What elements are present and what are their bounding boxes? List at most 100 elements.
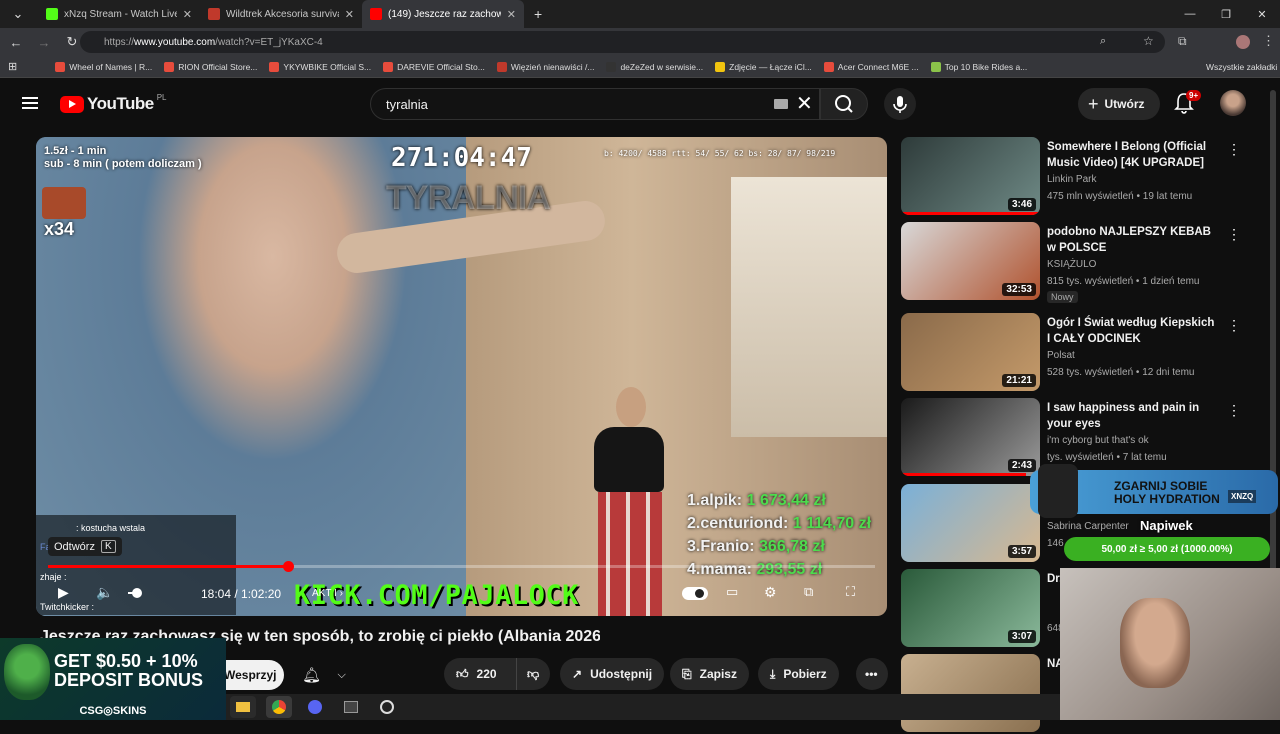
bookmark-item[interactable]: DAREVIE Official Sto... (383, 61, 485, 72)
like-button[interactable]: 👍︎ 220 (444, 658, 524, 690)
extensions-icon[interactable]: ⧉ (1178, 34, 1187, 49)
miniplayer-icon[interactable]: ⧉ (804, 584, 813, 600)
reco-channel[interactable]: i'm cyborg but that's ok (1047, 435, 1149, 446)
all-bookmarks[interactable]: Wszystkie zakładki (1206, 62, 1277, 72)
autoplay-toggle[interactable] (682, 587, 708, 600)
video-player[interactable]: 1.5zł - 1 min sub - 8 min ( potem dolicz… (36, 137, 887, 616)
reco-channel[interactable]: Polsat (1047, 350, 1075, 361)
share-button[interactable]: ↗ Udostępnij (560, 658, 665, 690)
settings-icon[interactable]: ⚙ (764, 584, 777, 601)
bookmark-item[interactable]: Więzień nienawiści /... (496, 61, 594, 72)
leaderboard-name: mama: (700, 561, 752, 578)
forward-icon[interactable]: → (32, 35, 56, 50)
reco-channel[interactable]: Sabrina Carpenter (1047, 521, 1129, 532)
obs-taskbar-icon[interactable] (374, 696, 400, 718)
bookmark-item[interactable]: Zdjęcie — Łącze iCl... (715, 61, 812, 72)
search-input[interactable]: tyralnia ✕ (370, 88, 820, 120)
recommendation-item[interactable]: 32:53 podobno NAJLEPSZY KEBAB w POLSCE KSI… (901, 222, 1241, 303)
youtube-play-icon (60, 95, 84, 113)
dislike-button[interactable]: 👎︎ (516, 658, 550, 690)
video-thumbnail[interactable]: 3:46 (901, 137, 1040, 215)
tab-favicon-icon (208, 8, 220, 20)
reco-channel[interactable]: KSIĄŻULO (1047, 259, 1096, 270)
video-thumbnail[interactable]: 2:43 (901, 398, 1040, 476)
reco-title[interactable]: Ogór I Świat według Kiepskich I CAŁY ODC… (1047, 315, 1217, 347)
support-button[interactable]: Wesprzyj (218, 660, 284, 690)
reco-title[interactable]: I saw happiness and pain in your eyes (1047, 400, 1217, 432)
explorer-taskbar-icon[interactable] (230, 696, 256, 718)
volume-icon[interactable]: 🔈 (96, 584, 113, 601)
video-thumbnail[interactable]: 3:07 (901, 569, 1040, 647)
subtitles-icon[interactable]: ▭ (726, 584, 738, 600)
bookmark-item[interactable]: deZeZed w serwisie... (606, 61, 703, 72)
youtube-logo[interactable]: YouTube PL (60, 93, 167, 114)
bookmark-item[interactable]: Top 10 Bike Rides a... (930, 61, 1027, 72)
bookmark-star-icon[interactable]: ☆ (1143, 34, 1154, 48)
progress-knob[interactable] (282, 561, 294, 572)
create-button[interactable]: + Utwórz (1078, 88, 1160, 120)
tab-close-icon[interactable]: ✕ (507, 8, 516, 21)
more-options-icon[interactable]: ⋮ (1227, 141, 1241, 158)
video-thumbnail[interactable]: 3:57 (901, 484, 1040, 562)
bookmark-item[interactable]: Wheel of Names | R... (55, 61, 152, 72)
account-avatar[interactable] (1220, 90, 1246, 116)
fullscreen-icon[interactable]: ⛶ (846, 584, 855, 600)
browser-tab[interactable]: Wildtrek Akcesoria survivalowe ✕ (200, 0, 362, 28)
bookmark-item[interactable]: Acer Connect M6E ... (823, 61, 919, 72)
terminal-taskbar-icon[interactable] (338, 696, 364, 718)
bookmark-item[interactable]: RION Official Store... (164, 61, 257, 72)
zoom-icon[interactable]: ⌕ (1100, 35, 1106, 48)
progress-bar[interactable] (48, 561, 875, 572)
keyboard-icon[interactable] (774, 99, 788, 109)
chrome-taskbar-icon[interactable] (266, 696, 292, 718)
scrollbar[interactable] (1270, 90, 1276, 650)
rule-line-1: 1.5zł - 1 min (44, 145, 107, 157)
tab-search-icon[interactable]: ⌄ (6, 6, 30, 22)
more-options-icon[interactable]: ⋮ (1227, 402, 1241, 419)
download-button[interactable]: ⤓ Pobierz (758, 658, 839, 690)
recommendation-item[interactable]: 3:46 Somewhere I Belong (Official Music V… (901, 137, 1241, 217)
video-thumbnail[interactable]: 21:21 (901, 313, 1040, 391)
search-button[interactable] (820, 88, 868, 120)
bookmark-item[interactable]: YKYWBIKE Official S... (269, 61, 371, 72)
url-path: /watch?v=ET_jYKaXC-4 (215, 36, 323, 48)
video-thumbnail[interactable]: 32:53 (901, 222, 1040, 300)
more-options-icon[interactable]: ⋮ (1227, 226, 1241, 243)
menu-icon[interactable] (22, 97, 38, 109)
video-thumbnail[interactable] (901, 654, 1040, 732)
apps-icon[interactable]: ⊞ (8, 60, 17, 73)
play-icon[interactable]: ▶ (58, 584, 69, 601)
recommendation-item[interactable]: 21:21 Ogór I Świat według Kiepskich I CAŁ… (901, 313, 1241, 393)
profile-avatar[interactable] (1236, 35, 1250, 49)
new-tab-button[interactable]: + (534, 6, 542, 22)
donation-rules: 1.5zł - 1 min sub - 8 min ( potem dolicz… (44, 145, 202, 171)
browser-tab[interactable]: (149) Jeszcze raz zachowasz się ✕ (362, 0, 524, 28)
more-actions-button[interactable]: ••• (856, 658, 888, 690)
watched-progress (901, 473, 1027, 476)
tab-close-icon[interactable]: ✕ (183, 8, 192, 21)
tab-favicon-icon (46, 8, 58, 20)
reco-channel[interactable]: Linkin Park (1047, 174, 1096, 185)
subscription-bell[interactable]: 🔔︎ ⌵ (294, 660, 354, 690)
reco-title[interactable]: podobno NAJLEPSZY KEBAB w POLSCE (1047, 224, 1217, 256)
close-window-icon[interactable]: ✕ (1244, 0, 1280, 28)
clear-search-icon[interactable]: ✕ (796, 91, 813, 116)
save-button[interactable]: ⎘ Zapisz (670, 658, 749, 690)
voice-search-button[interactable] (884, 88, 916, 120)
more-options-icon[interactable]: ⋮ (1227, 317, 1241, 334)
menu-dots-icon[interactable]: ⋮ (1262, 33, 1275, 49)
reco-title[interactable]: Somewhere I Belong (Official Music Video… (1047, 139, 1217, 172)
minimize-icon[interactable]: — (1172, 0, 1208, 28)
rule-line-2: sub - 8 min ( potem doliczam ) (44, 158, 202, 170)
url-input[interactable]: https://www.youtube.com/watch?v=ET_jYKaX… (80, 31, 1165, 53)
leaderboard-amount: 293,55 zł (756, 561, 823, 578)
tab-close-icon[interactable]: ✕ (345, 8, 354, 21)
back-icon[interactable]: ← (4, 35, 28, 50)
chapter-label[interactable]: AKT I › (312, 588, 343, 599)
like-count: 220 (476, 667, 497, 681)
discord-taskbar-icon[interactable] (302, 696, 328, 718)
volume-slider[interactable] (128, 588, 142, 598)
restore-icon[interactable]: ❐ (1208, 0, 1244, 28)
tip-progress-bar: 50,00 zł ≥ 5,00 zł (1000.00%) (1064, 537, 1270, 561)
browser-tab[interactable]: xNzq Stream - Watch Live on K ✕ (38, 0, 200, 28)
